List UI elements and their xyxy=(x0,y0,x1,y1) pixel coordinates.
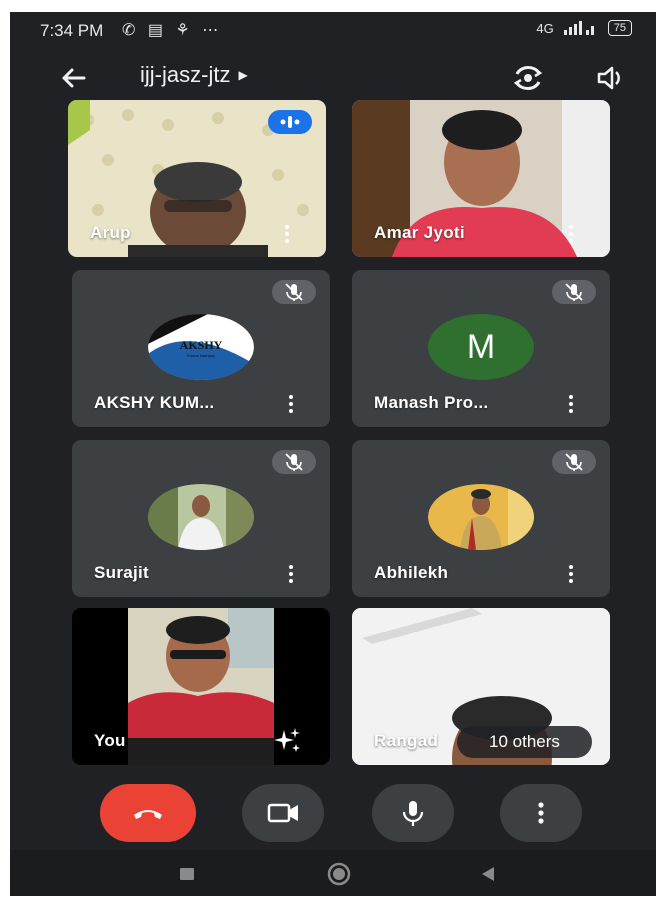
meeting-code-button[interactable]: ijj-jasz-jtz ▶ xyxy=(140,62,248,88)
more-options-icon[interactable] xyxy=(564,563,578,587)
more-options-icon[interactable] xyxy=(280,223,294,247)
microphone-toggle-button[interactable] xyxy=(372,784,454,842)
participant-name: Amar Jyoti xyxy=(374,223,465,242)
camera-toggle-button[interactable] xyxy=(242,784,324,842)
audio-level-icon xyxy=(280,116,300,128)
speaking-indicator xyxy=(268,110,312,134)
notification-icons: ✆ ▤ ⚘ ⋯ xyxy=(122,22,223,39)
participant-tile-self[interactable]: You xyxy=(72,608,330,765)
participant-name: Abhilekh xyxy=(374,563,449,582)
back-triangle-icon[interactable] xyxy=(478,864,498,884)
others-count-button[interactable]: 10 others xyxy=(457,726,592,758)
avatar-logo-text: AKSHY xyxy=(180,338,223,352)
participant-name: Manash Pro... xyxy=(374,393,489,412)
signal-icon xyxy=(563,21,594,35)
participant-tile-arup[interactable]: Arup xyxy=(68,100,326,257)
status-bar: 7:34 PM ✆ ▤ ⚘ ⋯ 4G 75 xyxy=(10,12,656,48)
system-navigation-bar xyxy=(10,850,656,896)
network-label: 4G xyxy=(536,20,554,36)
mic-off-indicator xyxy=(272,450,316,474)
more-options-icon[interactable] xyxy=(284,393,298,417)
caret-right-icon: ▶ xyxy=(238,68,248,82)
participant-name: You xyxy=(94,731,126,750)
profile-avatar-letter: M xyxy=(428,314,534,380)
video-camera-icon xyxy=(267,803,298,823)
mic-off-indicator xyxy=(552,280,596,304)
mic-off-icon xyxy=(285,453,303,471)
back-arrow-icon[interactable] xyxy=(54,58,94,98)
participant-name: AKSHY KUM... xyxy=(94,393,215,412)
mic-off-icon xyxy=(565,453,583,471)
mic-off-icon xyxy=(565,283,583,301)
more-options-icon[interactable] xyxy=(284,563,298,587)
meeting-code: ijj-jasz-jtz xyxy=(140,62,231,87)
more-options-icon[interactable] xyxy=(564,223,578,247)
status-right: 4G 75 xyxy=(536,20,632,36)
participant-tile-manash[interactable]: M Manash Pro... xyxy=(352,270,610,427)
participant-tile-abhilekh[interactable]: Abhilekh xyxy=(352,440,610,597)
participant-name: Arup xyxy=(90,223,131,242)
microphone-icon xyxy=(402,801,424,826)
participant-name: Surajit xyxy=(94,563,150,582)
self-video xyxy=(128,608,274,765)
status-time: 7:34 PM xyxy=(40,21,104,40)
hang-up-icon xyxy=(134,810,162,819)
mic-off-icon xyxy=(285,283,303,301)
mic-off-indicator xyxy=(272,280,316,304)
mic-off-indicator xyxy=(552,450,596,474)
meeting-header: ijj-jasz-jtz ▶ xyxy=(10,52,656,104)
speaker-icon[interactable] xyxy=(590,58,630,98)
avatar-logo-subtext: Kumar kashyap xyxy=(187,353,216,358)
participant-tile-surajit[interactable]: Surajit xyxy=(72,440,330,597)
more-options-icon[interactable] xyxy=(564,393,578,417)
home-icon[interactable] xyxy=(326,862,352,886)
end-call-button[interactable] xyxy=(100,784,196,842)
recents-icon[interactable] xyxy=(178,864,198,884)
phone-screen: 7:34 PM ✆ ▤ ⚘ ⋯ 4G 75 ijj-jasz-jtz ▶ Aru… xyxy=(10,12,656,896)
more-options-button[interactable] xyxy=(500,784,582,842)
profile-avatar xyxy=(148,484,254,550)
participant-tile-akshy[interactable]: AKSHY Kumar kashyap AKSHY KUM... xyxy=(72,270,330,427)
profile-avatar xyxy=(428,484,534,550)
battery-indicator: 75 xyxy=(607,20,632,36)
participant-tile-rangad[interactable]: Rangad 10 others xyxy=(352,608,610,765)
participant-name: Rangad xyxy=(374,731,439,750)
profile-avatar: AKSHY Kumar kashyap xyxy=(148,314,254,380)
vertical-dots-icon xyxy=(538,802,544,824)
effects-sparkle-icon[interactable] xyxy=(274,726,302,754)
switch-camera-icon[interactable] xyxy=(508,58,548,98)
participant-tile-amar-jyoti[interactable]: Amar Jyoti xyxy=(352,100,610,257)
